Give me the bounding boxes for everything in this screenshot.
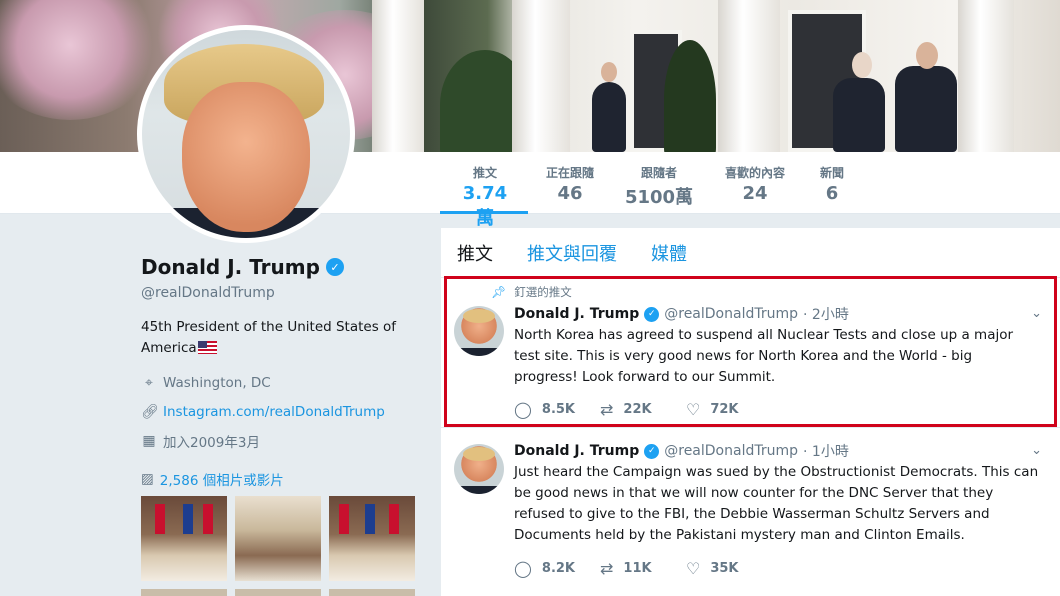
reply-button[interactable]: ◯ 8.2K xyxy=(514,559,576,578)
nav-tweets-label: 推文 xyxy=(472,166,497,180)
profile-website: 🔗︎ Instagram.com/realDonaldTrump xyxy=(141,402,421,422)
nav-following[interactable]: 正在跟隨 46 xyxy=(538,164,602,204)
photo-thumbnail[interactable] xyxy=(235,496,321,581)
like-button[interactable]: ♡ 35K xyxy=(686,559,746,578)
photo-thumbnail[interactable] xyxy=(141,589,227,596)
retweet-icon: ⇄ xyxy=(600,559,614,578)
photo-thumbnail[interactable] xyxy=(235,589,321,596)
retweet-button[interactable]: ⇄ 11K xyxy=(600,559,660,578)
calendar-icon: ▦ xyxy=(142,433,156,449)
us-flag-icon xyxy=(197,341,217,354)
profile-location: ⌖ Washington, DC xyxy=(141,373,421,393)
timeline-tabs: 推文 推文與回覆 媒體 xyxy=(441,228,1060,278)
nav-tweets-count: 3.74萬 xyxy=(462,183,508,229)
reply-icon: ◯ xyxy=(514,559,532,578)
profile-location-text: Washington, DC xyxy=(163,375,271,391)
nav-following-count: 46 xyxy=(557,183,583,204)
tweet-timestamp[interactable]: · 2小時 xyxy=(803,304,849,324)
timeline: 推文 推文與回覆 媒體 📌︎ 釘選的推文 Donald J. Trump ✓ @… xyxy=(441,228,1060,596)
reply-count: 8.2K xyxy=(541,561,576,576)
reply-icon: ◯ xyxy=(514,400,532,419)
heart-icon: ♡ xyxy=(686,559,701,578)
profile-bio-text: 45th President of the United States of A… xyxy=(141,319,397,356)
tweet-header: Donald J. Trump ✓ @realDonaldTrump · 1小時 xyxy=(514,441,849,461)
reply-count: 8.5K xyxy=(541,402,576,417)
profile-joined-text: 加入2009年3月 xyxy=(163,435,260,451)
tab-tweets[interactable]: 推文 xyxy=(457,240,493,266)
pinned-label-row: 📌︎ 釘選的推文 xyxy=(491,284,572,300)
profile-joined: ▦ 加入2009年3月 xyxy=(141,431,421,451)
retweet-icon: ⇄ xyxy=(600,400,614,419)
nav-followers-count: 5100萬 xyxy=(624,187,694,208)
retweet-button[interactable]: ⇄ 22K xyxy=(600,400,660,419)
profile-bio: 45th President of the United States of A… xyxy=(141,317,421,359)
retweet-count: 22K xyxy=(623,402,652,417)
tweet[interactable]: Donald J. Trump ✓ @realDonaldTrump · 1小時… xyxy=(441,430,1060,596)
tweet-author-handle[interactable]: @realDonaldTrump xyxy=(664,306,798,322)
nav-likes-label: 喜歡的內容 xyxy=(724,166,785,180)
pin-icon: 📌︎ xyxy=(491,285,507,299)
nav-followers-label: 跟隨者 xyxy=(640,166,677,180)
nav-likes[interactable]: 喜歡的內容 24 xyxy=(718,164,792,204)
nav-moments[interactable]: 新聞 6 xyxy=(812,164,852,204)
photos-videos-link[interactable]: ▨ 2,586 個相片或影片 xyxy=(141,469,421,489)
tab-media[interactable]: 媒體 xyxy=(651,240,687,266)
avatar-photo xyxy=(142,30,350,238)
verified-badge-icon: ✓ xyxy=(325,258,344,276)
retweet-count: 11K xyxy=(623,561,652,576)
verified-badge-icon: ✓ xyxy=(644,306,660,322)
photos-videos-label: 2,586 個相片或影片 xyxy=(159,473,284,489)
profile-website-link[interactable]: Instagram.com/realDonaldTrump xyxy=(163,404,385,420)
tab-tweets-replies[interactable]: 推文與回覆 xyxy=(527,240,617,266)
nav-following-label: 正在跟隨 xyxy=(545,166,594,180)
like-count: 72K xyxy=(710,402,739,417)
like-button[interactable]: ♡ 72K xyxy=(686,400,746,419)
nav-moments-count: 6 xyxy=(825,183,839,204)
nav-followers[interactable]: 跟隨者 5100萬 xyxy=(624,164,694,209)
photo-thumbnail[interactable] xyxy=(141,496,227,581)
photo-icon: ▨ xyxy=(141,471,154,487)
profile-name[interactable]: Donald J. Trump xyxy=(141,255,320,279)
tweet-author-name[interactable]: Donald J. Trump xyxy=(514,443,639,459)
tweet-author-handle[interactable]: @realDonaldTrump xyxy=(664,443,798,459)
nav-moments-label: 新聞 xyxy=(819,166,844,180)
pinned-label: 釘選的推文 xyxy=(514,285,572,299)
tweet-avatar[interactable] xyxy=(454,306,504,356)
nav-active-indicator xyxy=(440,211,528,214)
profile-handle[interactable]: @realDonaldTrump xyxy=(141,285,421,301)
tweet-timestamp[interactable]: · 1小時 xyxy=(803,441,849,461)
tweet-text: Just heard the Campaign was sued by the … xyxy=(514,464,1039,543)
profile-avatar[interactable] xyxy=(137,25,355,243)
profile-card: Donald J. Trump ✓ @realDonaldTrump 45th … xyxy=(141,255,421,489)
tweet-actions: ◯ 8.2K ⇄ 11K ♡ 35K xyxy=(514,559,746,578)
photo-grid-row-2 xyxy=(141,589,415,596)
photo-thumbnail[interactable] xyxy=(329,589,415,596)
photo-grid xyxy=(141,496,415,581)
tweet-text: North Korea has agreed to suspend all Nu… xyxy=(514,327,1014,385)
location-pin-icon: ⌖ xyxy=(145,375,153,391)
chevron-down-icon[interactable]: ⌄ xyxy=(1031,443,1042,458)
tweet-avatar[interactable] xyxy=(454,444,504,494)
reply-button[interactable]: ◯ 8.5K xyxy=(514,400,576,419)
verified-badge-icon: ✓ xyxy=(644,443,660,459)
like-count: 35K xyxy=(710,561,739,576)
tweet-author-name[interactable]: Donald J. Trump xyxy=(514,306,639,322)
nav-tweets[interactable]: 推文 3.74萬 xyxy=(454,164,516,230)
chevron-down-icon[interactable]: ⌄ xyxy=(1031,306,1042,321)
tweet-actions: ◯ 8.5K ⇄ 22K ♡ 72K xyxy=(514,400,746,419)
photo-thumbnail[interactable] xyxy=(329,496,415,581)
nav-likes-count: 24 xyxy=(742,183,768,204)
link-icon: 🔗︎ xyxy=(141,404,159,420)
tweet-header: Donald J. Trump ✓ @realDonaldTrump · 2小時 xyxy=(514,304,849,324)
heart-icon: ♡ xyxy=(686,400,701,419)
pinned-tweet[interactable]: 📌︎ 釘選的推文 Donald J. Trump ✓ @realDonaldTr… xyxy=(441,278,1060,428)
